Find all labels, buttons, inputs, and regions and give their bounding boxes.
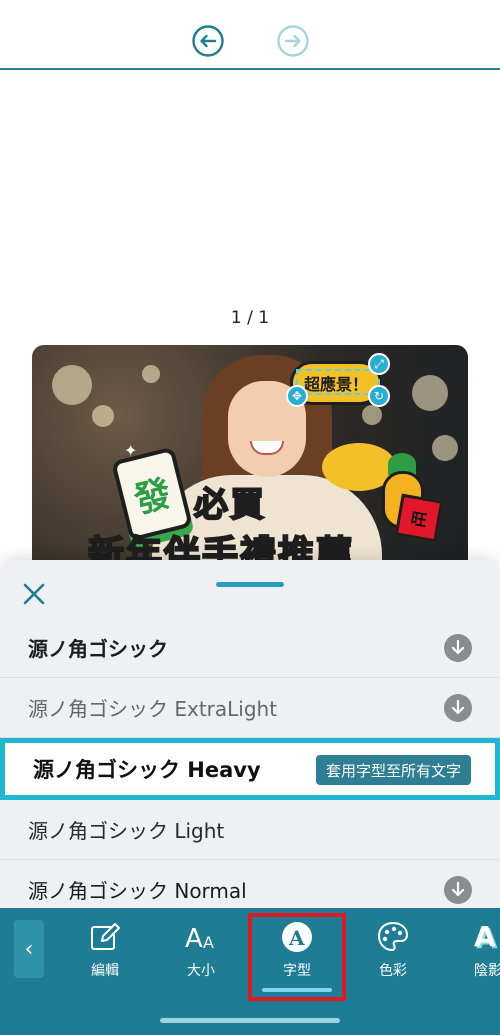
toolbar-back-button[interactable]: ‹ [14, 920, 44, 978]
tool-size[interactable]: A A 大小 [156, 920, 246, 990]
tool-shadow[interactable]: A A 陰影 [444, 920, 500, 990]
close-x-icon [23, 583, 45, 605]
undo-button[interactable] [191, 24, 225, 58]
font-list: 源ノ角ゴシック 源ノ角ゴシック ExtraLight 源ノ角ゴシック Heavy… [0, 618, 500, 920]
move-handle-icon[interactable]: ✥ [286, 385, 308, 407]
close-button[interactable] [20, 580, 48, 608]
home-indicator [160, 1018, 340, 1023]
design-canvas[interactable]: ✦ 發 超應景！ ✥ ⤢ ↻ 旺 必買 新年伴手禮推薦 [32, 345, 468, 575]
font-option-heavy[interactable]: 源ノ角ゴシック Heavy 套用字型至所有文字 [0, 738, 500, 800]
top-toolbar [0, 0, 500, 70]
font-name: 源ノ角ゴシック ExtraLight [28, 697, 278, 721]
font-option-light[interactable]: 源ノ角ゴシック Light [0, 800, 500, 860]
font-size-icon: A A [184, 920, 218, 954]
wang-sticker[interactable]: 旺 [394, 493, 444, 543]
selection-box [296, 369, 380, 395]
title-text-line1[interactable]: 必買 [193, 477, 266, 526]
page-indicator: 1 / 1 [230, 308, 270, 328]
tool-edit[interactable]: 編輯 [60, 920, 150, 990]
download-icon[interactable] [444, 876, 472, 904]
palette-icon [376, 920, 410, 954]
tool-color[interactable]: 色彩 [348, 920, 438, 990]
bokeh-light [412, 375, 448, 411]
font-picker-sheet: 源ノ角ゴシック 源ノ角ゴシック ExtraLight 源ノ角ゴシック Heavy… [0, 560, 500, 920]
download-icon[interactable] [444, 634, 472, 662]
rotate-handle-icon[interactable]: ↻ [368, 385, 390, 407]
shadow-text-icon: A A [472, 920, 500, 954]
svg-text:A: A [203, 933, 214, 952]
undo-arrow-icon [192, 25, 224, 57]
resize-handle-icon[interactable]: ⤢ [368, 353, 390, 375]
tool-label: 色彩 [379, 963, 407, 979]
edit-pencil-icon [88, 920, 122, 954]
redo-arrow-icon [277, 25, 309, 57]
tool-label: 編輯 [91, 963, 119, 979]
apply-font-to-all-button[interactable]: 套用字型至所有文字 [315, 755, 471, 785]
bokeh-light [142, 365, 160, 383]
tool-label: 大小 [187, 963, 215, 979]
bokeh-light [92, 405, 114, 427]
svg-text:A: A [474, 920, 496, 953]
font-option-regular[interactable]: 源ノ角ゴシック [0, 618, 500, 678]
svg-text:A: A [185, 924, 203, 954]
font-name: 源ノ角ゴシック Light [28, 819, 225, 843]
tool-label: 陰影 [474, 963, 500, 979]
font-name: 源ノ角ゴシック Normal [28, 879, 247, 903]
bokeh-light [362, 405, 382, 425]
annotation-highlight-frame [248, 913, 346, 1001]
redo-button[interactable] [276, 24, 310, 58]
chevron-left-icon: ‹ [24, 936, 34, 962]
sheet-grabber[interactable] [216, 582, 284, 587]
font-option-extralight[interactable]: 源ノ角ゴシック ExtraLight [0, 678, 500, 738]
font-name: 源ノ角ゴシック Heavy [33, 758, 261, 782]
bokeh-light [52, 365, 92, 405]
bokeh-light [432, 435, 458, 461]
font-name: 源ノ角ゴシック [28, 637, 168, 661]
download-icon[interactable] [444, 694, 472, 722]
